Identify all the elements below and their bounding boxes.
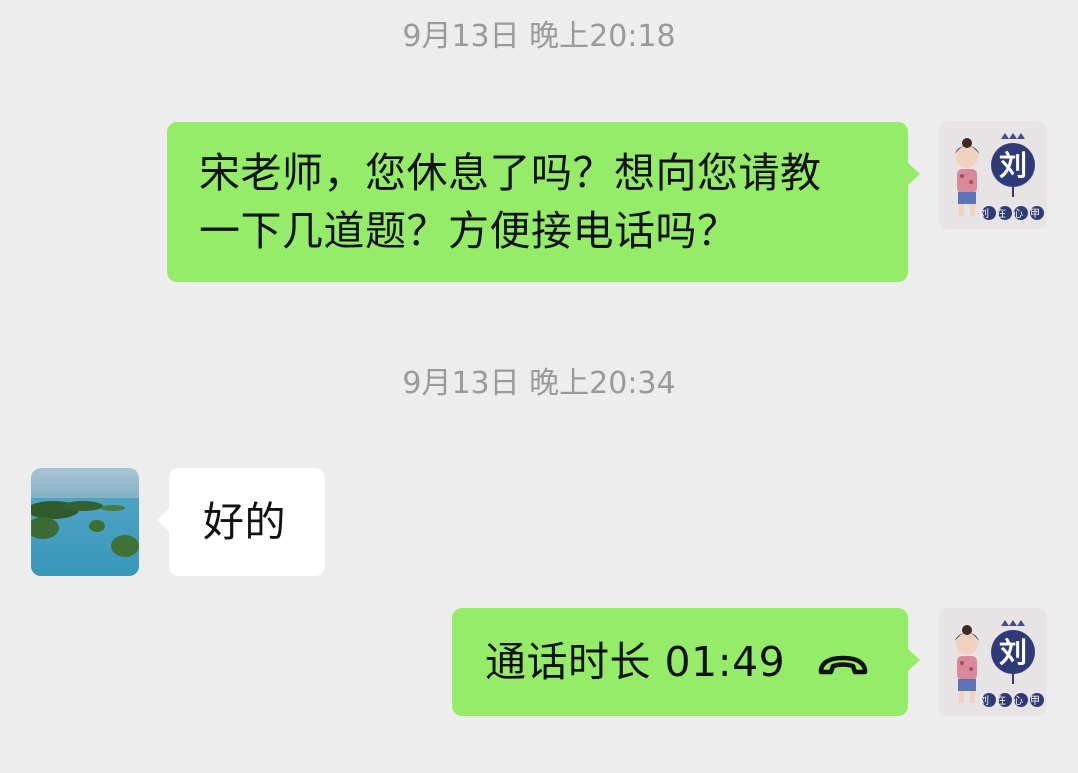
- voice-call-bubble[interactable]: 通话时长 01:49: [452, 608, 920, 716]
- self-avatar[interactable]: 刘 刘在心甲: [939, 608, 1047, 716]
- self-avatar-letter: 刘: [999, 636, 1027, 669]
- self-avatar-letter: 刘: [999, 149, 1027, 182]
- message-text: 好的: [203, 498, 286, 546]
- message-timestamp: 9月13日 晚上20:34: [402, 366, 676, 401]
- message-timestamp: 9月13日 晚上20:18: [402, 19, 676, 54]
- contact-avatar[interactable]: [31, 468, 139, 576]
- message-text-line: 宋老师，您休息了吗？想向您请教: [199, 149, 822, 197]
- self-avatar-caption: 刘在心甲: [979, 208, 1047, 220]
- self-avatar-image: 刘 刘在心甲: [939, 608, 1047, 716]
- self-avatar-image: 刘 刘在心甲: [939, 121, 1047, 229]
- call-duration-text: 通话时长 01:49: [485, 638, 786, 686]
- message-text-line: 一下几道题？方便接电话吗？: [199, 207, 739, 255]
- outgoing-message-bubble[interactable]: 宋老师，您休息了吗？想向您请教 一下几道题？方便接电话吗？: [167, 122, 920, 282]
- phone-hangup-icon: [817, 633, 869, 691]
- self-avatar-caption: 刘在心甲: [979, 695, 1047, 707]
- self-avatar[interactable]: 刘 刘在心甲: [939, 121, 1047, 229]
- contact-avatar-image: [31, 468, 139, 576]
- incoming-message-bubble[interactable]: 好的: [157, 468, 325, 576]
